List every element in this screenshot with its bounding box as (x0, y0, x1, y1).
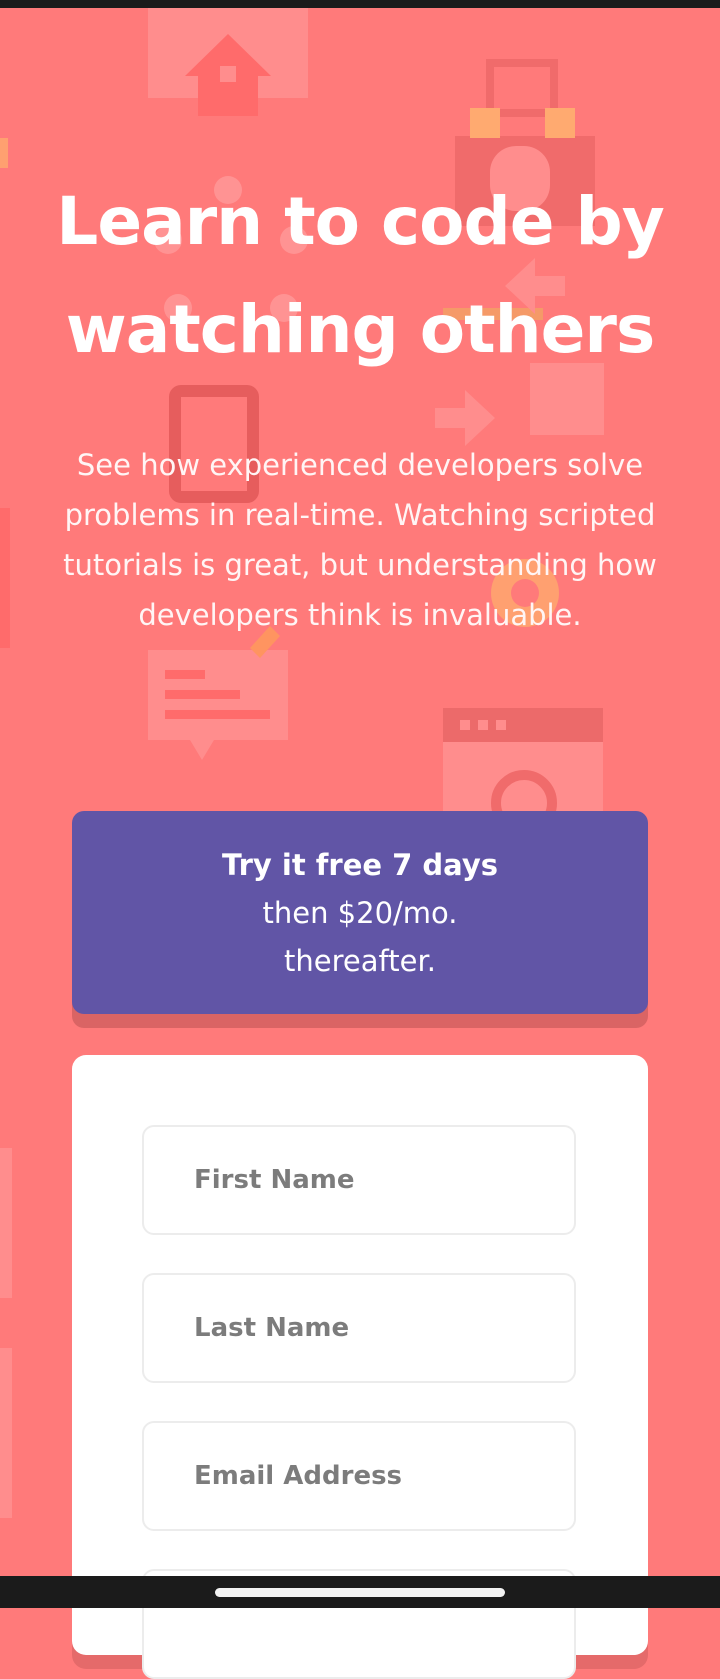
chat-icon (148, 626, 288, 760)
hero-title-line1: Learn to code by (56, 183, 664, 260)
navigation-bar (0, 1576, 720, 1608)
trial-price-suffix: thereafter. (284, 944, 436, 978)
hero-title-line2: watching others (65, 291, 655, 368)
last-name-field[interactable] (142, 1273, 576, 1383)
trial-headline: Try it free 7 days (221, 848, 499, 882)
status-bar (0, 0, 720, 8)
first-name-field[interactable] (142, 1125, 576, 1235)
home-indicator[interactable] (215, 1588, 505, 1597)
signup-form-card (72, 1055, 648, 1679)
trial-price: then $20/mo. (262, 896, 458, 930)
hero-title: Learn to code by watching others (20, 168, 700, 384)
home-icon (148, 8, 308, 116)
left-edge-shapes (0, 138, 12, 1518)
hero-description: See how experienced developers solve pro… (63, 448, 657, 632)
trial-banner: Try it free 7 days then $20/mo. thereaft… (72, 811, 648, 1014)
email-field[interactable] (142, 1421, 576, 1531)
